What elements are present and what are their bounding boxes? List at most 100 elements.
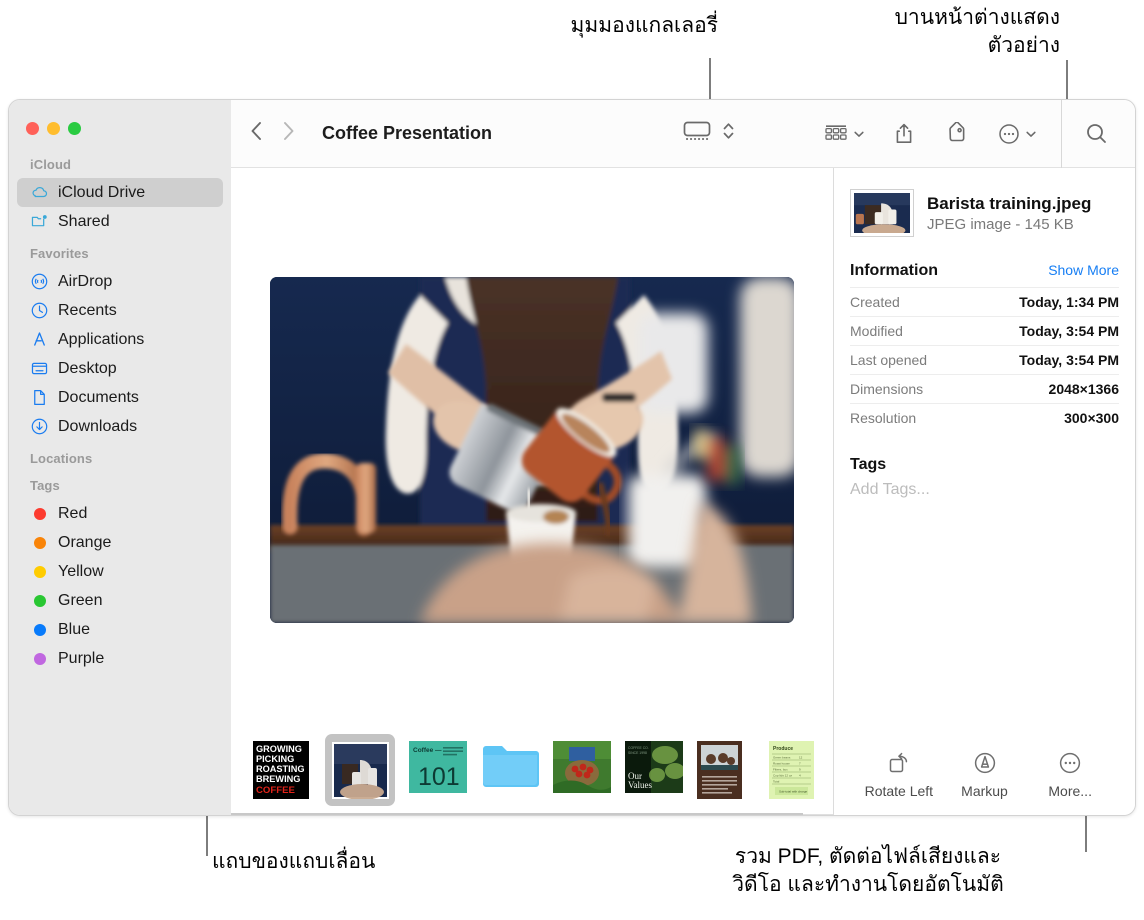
info-row-value: 300×300 [1064, 410, 1119, 426]
cloud-icon [30, 183, 49, 202]
shared-folder-icon [30, 212, 49, 231]
sidebar-item-downloads[interactable]: Downloads [17, 412, 223, 441]
tag-button[interactable] [929, 121, 983, 146]
tag-dot-icon [30, 649, 49, 668]
airdrop-icon [30, 272, 49, 291]
action-label: Rotate Left [864, 783, 934, 799]
markup-button[interactable]: Markup [942, 750, 1028, 799]
show-more-link[interactable]: Show More [1048, 262, 1119, 278]
tag-dot-icon [30, 504, 49, 523]
svg-text:Produce: Produce [773, 746, 793, 752]
navigation-buttons [249, 119, 296, 148]
more-button[interactable]: More... [1027, 750, 1113, 799]
filmstrip-item-selected[interactable] [325, 734, 395, 806]
toolbar: Coffee Presentation [231, 100, 1135, 168]
sidebar-header-icloud: iCloud [30, 157, 72, 172]
preview-area [231, 168, 833, 731]
action-label: Markup [961, 783, 1008, 799]
sidebar-item-tag-orange[interactable]: Orange [17, 528, 223, 557]
sidebar-item-label: Downloads [58, 417, 138, 435]
minimize-button[interactable] [47, 122, 60, 135]
sidebar-item-label: Recents [58, 301, 117, 319]
back-button[interactable] [249, 119, 264, 148]
annotation-scrubber-bar: แถบของแถบเลื่อน [212, 850, 376, 873]
sidebar-header-locations: Locations [30, 451, 93, 466]
filmstrip-item[interactable]: Produce Green beans Roast house Filters, … [769, 741, 827, 799]
info-row-key: Created [850, 294, 900, 310]
info-row-key: Dimensions [850, 381, 924, 397]
share-button[interactable] [879, 122, 929, 146]
sidebar-item-recents[interactable]: Recents [17, 296, 223, 325]
svg-text:Green beans: Green beans [773, 756, 791, 760]
information-title: Information [850, 262, 938, 279]
svg-text:Values: Values [628, 780, 652, 790]
info-row: Created Today, 1:34 PM [850, 287, 1119, 316]
info-row-value: Today, 3:54 PM [1019, 352, 1119, 368]
rotate-left-button[interactable]: Rotate Left [856, 750, 942, 799]
sidebar: iCloud iCloud Drive Shared Favorites Air… [9, 100, 231, 815]
sidebar-item-tag-red[interactable]: Red [17, 499, 223, 528]
sidebar-item-shared[interactable]: Shared [17, 207, 223, 236]
info-row-key: Last opened [850, 352, 928, 368]
filmstrip-item[interactable] [481, 741, 539, 799]
sidebar-item-tag-purple[interactable]: Purple [17, 644, 223, 673]
filmstrip-item[interactable]: Coffee — 101 [409, 741, 467, 799]
sidebar-header-tags: Tags [30, 478, 60, 493]
group-items-button[interactable] [809, 123, 879, 145]
sidebar-item-airdrop[interactable]: AirDrop [17, 267, 223, 296]
file-kind: JPEG image - 145 KB [927, 216, 1074, 234]
markup-icon [974, 752, 995, 774]
svg-text:PICKING: PICKING [256, 754, 294, 764]
sidebar-item-icloud-drive[interactable]: iCloud Drive [17, 178, 223, 207]
svg-text:101: 101 [418, 763, 460, 791]
info-row-key: Resolution [850, 410, 917, 426]
forward-button[interactable] [281, 119, 296, 148]
document-icon [30, 388, 49, 407]
sidebar-item-desktop[interactable]: Desktop [17, 354, 223, 383]
sidebar-item-label: Purple [58, 649, 105, 667]
info-row: Last opened Today, 3:54 PM [850, 345, 1119, 374]
svg-text:Total: Total [773, 780, 780, 784]
filmstrip[interactable]: GROWINGPICKING ROASTINGBREWING COFFEE [231, 731, 833, 815]
sidebar-item-label: Green [58, 591, 103, 609]
more-actions-button[interactable] [983, 122, 1051, 146]
file-name: Barista training.jpeg [927, 193, 1092, 213]
close-button[interactable] [26, 122, 39, 135]
filmstrip-item[interactable]: COFFEE CO. SINCE 1998 Our Values [625, 741, 683, 799]
tag-dot-icon [30, 591, 49, 610]
filmstrip-item[interactable]: GROWING PICKING ROASTING BREWING COFFEE [253, 741, 311, 799]
sidebar-group-locations: Locations [9, 451, 231, 472]
chevron-down-icon [854, 131, 864, 137]
annotation-more-actions: รวม PDF, ตัดต่อไฟล์เสียงและ วิดีโอ และทำ… [732, 845, 1004, 896]
sidebar-item-tag-green[interactable]: Green [17, 586, 223, 615]
information-section-header: Information Show More [850, 262, 1119, 280]
svg-text:Roast house: Roast house [773, 762, 790, 766]
quick-actions: Rotate Left Markup More... [850, 750, 1119, 815]
annotation-preview-pane: บานหน้าต่างแสดง ตัวอย่าง [894, 6, 1060, 57]
sidebar-item-label: Blue [58, 620, 91, 638]
svg-text:SINCE 1998: SINCE 1998 [628, 751, 647, 755]
gallery-view-icon[interactable] [682, 119, 712, 148]
search-button[interactable] [1062, 121, 1135, 146]
sidebar-item-tag-blue[interactable]: Blue [17, 615, 223, 644]
sidebar-item-documents[interactable]: Documents [17, 383, 223, 412]
tag-dot-icon [30, 562, 49, 581]
svg-text:12: 12 [799, 756, 803, 760]
sidebar-item-label: iCloud Drive [58, 183, 146, 201]
svg-text:BREWING: BREWING [256, 774, 300, 784]
filmstrip-scrollbar-thumb[interactable] [231, 813, 803, 815]
sidebar-item-tag-yellow[interactable]: Yellow [17, 557, 223, 586]
add-tags-input[interactable]: Add Tags... [850, 481, 1119, 499]
finder-window: iCloud iCloud Drive Shared Favorites Air… [8, 99, 1136, 816]
sidebar-item-label: AirDrop [58, 272, 113, 290]
gallery-content: GROWINGPICKING ROASTINGBREWING COFFEE [231, 168, 833, 815]
info-row-value: 2048×1366 [1048, 381, 1119, 397]
up-down-chevron-icon[interactable] [722, 119, 735, 148]
filmstrip-scrollbar-track[interactable] [231, 813, 833, 815]
preview-image[interactable] [270, 276, 794, 623]
sidebar-item-applications[interactable]: Applications [17, 325, 223, 354]
page-title: Coffee Presentation [322, 123, 493, 143]
zoom-button[interactable] [68, 122, 81, 135]
filmstrip-item[interactable] [697, 741, 755, 799]
filmstrip-item[interactable] [553, 741, 611, 799]
